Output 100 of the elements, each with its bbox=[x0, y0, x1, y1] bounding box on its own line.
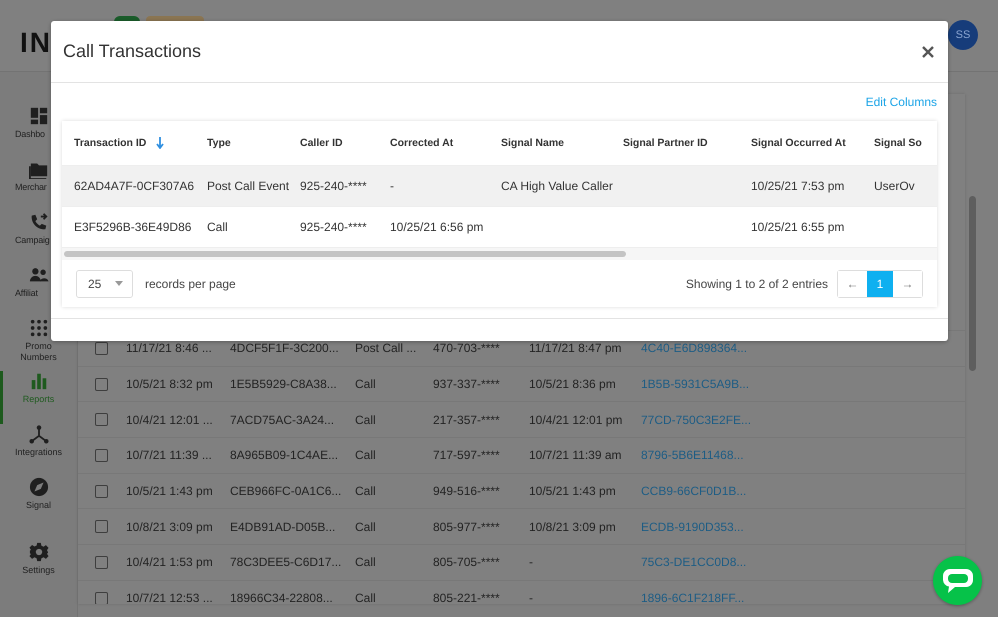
logo: IN bbox=[20, 28, 52, 58]
close-button[interactable] bbox=[920, 44, 936, 60]
table-cell-text: 10/5/21 8:32 pm bbox=[126, 377, 214, 392]
checkbox[interactable] bbox=[95, 556, 108, 569]
nav-item[interactable]: Signal bbox=[0, 477, 74, 530]
caret-icon bbox=[115, 281, 123, 286]
table-cell-text: 10/4/21 12:01 ... bbox=[126, 412, 214, 427]
phone-arrow-icon bbox=[28, 212, 48, 232]
table-cell-text: 10/25/21 6:56 pm bbox=[389, 220, 484, 234]
dot-grid-icon bbox=[28, 318, 48, 338]
column-header[interactable]: Caller ID bbox=[288, 137, 378, 149]
table-cell-text: UserOv bbox=[873, 179, 916, 193]
nav-item[interactable]: Integrations bbox=[0, 424, 74, 477]
nav-label: Reports bbox=[22, 394, 56, 405]
edit-columns-link[interactable]: Edit Columns bbox=[866, 95, 937, 109]
column-header[interactable]: Signal Name bbox=[489, 137, 611, 149]
table-cell-text: 10/25/21 6:55 pm bbox=[750, 220, 846, 234]
dashboard-icon bbox=[28, 106, 48, 126]
table-cell-text: 18966C34-22808... bbox=[230, 591, 334, 604]
user-avatar[interactable]: SS bbox=[948, 20, 978, 50]
column-header[interactable]: Signal Occurred At bbox=[739, 137, 868, 149]
table-cell-text: 11/17/21 8:47 pm bbox=[529, 341, 623, 356]
table-cell-text: 8A965B09-1C4AE... bbox=[230, 448, 340, 462]
table-cell-text: 10/7/21 11:39 am bbox=[529, 448, 623, 462]
table-cell-text: Call bbox=[355, 591, 377, 604]
checkbox[interactable] bbox=[95, 378, 108, 391]
table-cell-text: 805-705-**** bbox=[433, 555, 501, 570]
table-cell-text: Call bbox=[355, 448, 377, 462]
table-cell-text: 10/4/21 12:01 pm bbox=[529, 412, 624, 427]
table-cell-text: 10/7/21 11:39 ... bbox=[126, 448, 213, 462]
checkbox[interactable] bbox=[95, 484, 108, 498]
table-cell-text: 10/5/21 1:43 pm bbox=[529, 484, 617, 498]
column-header[interactable]: Type bbox=[195, 137, 288, 149]
nav-label: Integrations bbox=[14, 447, 64, 458]
network-icon bbox=[28, 424, 48, 444]
checkbox[interactable] bbox=[95, 448, 108, 462]
table-cell-text: Call bbox=[355, 377, 377, 392]
page-size-label: records per page bbox=[145, 276, 236, 290]
settings-icon bbox=[28, 542, 48, 562]
nav-label: Affiliat bbox=[14, 288, 38, 299]
entries-info: Showing 1 to 2 of 2 entries bbox=[686, 276, 828, 290]
table-cell-text: 7ACD75AC-3A24... bbox=[230, 412, 336, 427]
table-cell-text: 10/5/21 1:43 pm bbox=[126, 484, 214, 498]
chat-button[interactable] bbox=[933, 556, 982, 605]
nav-label: Merchar bbox=[14, 182, 47, 193]
table-cell-text: Call bbox=[355, 412, 377, 427]
table-row[interactable]: E3F5296B-36E49D86 Call 925-240-**** 10/25/21 6:56 pm 10/25/21 6:55 pm bbox=[62, 207, 937, 248]
column-header[interactable]: Signal Partner ID bbox=[611, 137, 739, 149]
nav-label: Signal bbox=[24, 500, 52, 511]
checkbox[interactable] bbox=[95, 520, 108, 534]
table-cell-text: Call bbox=[355, 520, 377, 534]
table-cell-text: 805-977-**** bbox=[433, 520, 501, 534]
nav-item[interactable]: Affiliat bbox=[0, 265, 74, 318]
table-cell-text: 925-240-**** bbox=[299, 220, 368, 234]
horizontal-scrollbar[interactable] bbox=[64, 251, 626, 257]
sort-arrow-icon bbox=[156, 137, 164, 149]
table-cell-text: 717-597-**** bbox=[433, 448, 501, 462]
scrollbar[interactable] bbox=[969, 196, 976, 371]
table-cell-text: Post Call Event bbox=[206, 179, 288, 193]
compass-icon bbox=[28, 477, 48, 497]
table-cell-text: E4DB91AD-D05B... bbox=[230, 520, 336, 534]
nav-item[interactable]: Reports bbox=[0, 371, 74, 424]
table-cell-text: Call bbox=[355, 555, 377, 570]
table-cell-text: 217-357-**** bbox=[433, 412, 501, 427]
dialog-title: Call Transactions bbox=[63, 41, 202, 62]
table-cell-text: 10/25/21 7:53 pm bbox=[750, 179, 846, 193]
table-cell-text: 4DCF5F1F-3C200... bbox=[230, 341, 340, 356]
table-cell-text: 62AD4A7F-0CF307A6 bbox=[73, 179, 195, 193]
nav-label: Settings bbox=[21, 565, 56, 576]
column-header[interactable]: Corrected At bbox=[378, 137, 489, 149]
table-row[interactable]: 62AD4A7F-0CF307A6 Post Call Event 925-240-**** - CA High Value Caller 10/25/21 7:53 pm UserOv bbox=[62, 166, 937, 207]
nav-label: Dashbo bbox=[14, 129, 45, 140]
nav-label: Campaig bbox=[14, 235, 50, 246]
table-cell-text: 470-703-**** bbox=[433, 341, 501, 356]
checkbox[interactable] bbox=[95, 413, 108, 426]
column-header[interactable]: Signal So bbox=[868, 137, 937, 149]
table-cell-text: 11/17/21 8:46 ... bbox=[126, 341, 213, 356]
table-cell-text: Post Call ... bbox=[355, 341, 418, 356]
table-cell-text: E3F5296B-36E49D86 bbox=[73, 220, 192, 234]
nav-item[interactable]: Settings bbox=[0, 542, 74, 595]
table-cell-text: 925-240-**** bbox=[299, 179, 368, 193]
table-cell-text: CEB966FC-0A1C6... bbox=[230, 484, 342, 498]
table-cell-text: 10/5/21 8:36 pm bbox=[529, 377, 617, 392]
table-cell-text: 805-221-**** bbox=[433, 591, 501, 604]
table-cell-text: Call bbox=[355, 484, 377, 498]
page-button[interactable]: 1 bbox=[867, 270, 893, 296]
checkbox[interactable] bbox=[95, 592, 108, 604]
nav-label: Promo Numbers bbox=[19, 341, 58, 363]
table-cell-text: 937-337-**** bbox=[433, 377, 501, 392]
nav-item[interactable]: Promo Numbers bbox=[0, 318, 74, 371]
page-size-dropdown[interactable]: 25 bbox=[76, 270, 133, 298]
table-cell-text: 949-516-**** bbox=[433, 484, 501, 498]
table-cell-text: 78C3DEE5-C6D17... bbox=[230, 555, 342, 570]
table-cell-text: CA High Value Caller bbox=[500, 179, 611, 193]
table-cell-text: - bbox=[389, 179, 395, 193]
table-cell-text: 10/8/21 3:09 pm bbox=[529, 520, 617, 534]
bar-chart-icon bbox=[28, 371, 48, 391]
table-cell-text: - bbox=[529, 555, 534, 570]
table-cell-text: Call bbox=[206, 220, 229, 234]
table-cell-text: 10/7/21 12:53 ... bbox=[126, 591, 214, 604]
